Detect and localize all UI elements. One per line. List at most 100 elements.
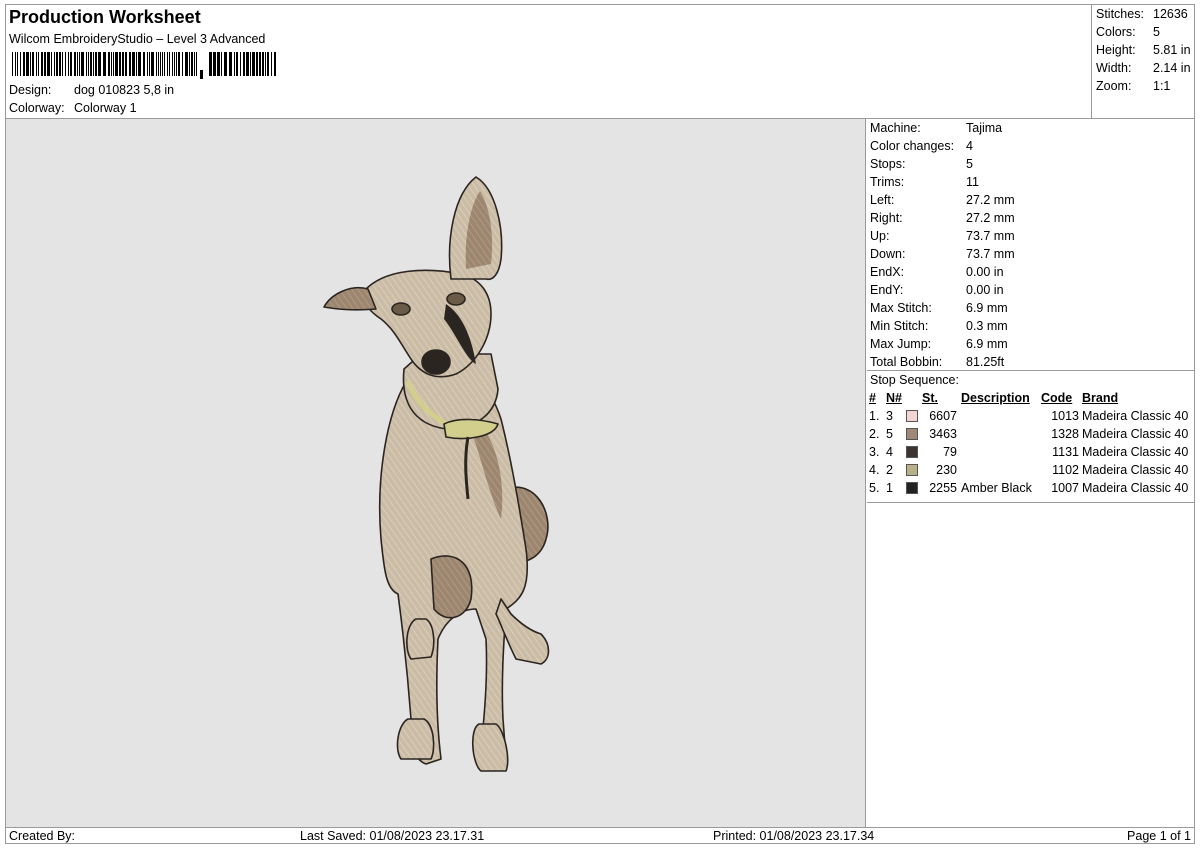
info-value: 4 — [966, 139, 973, 153]
design-row: Design: dog 010823 5,8 in — [9, 83, 174, 97]
info-endx: EndX: 0.00 in — [867, 263, 1194, 281]
info-label: EndY: — [870, 283, 904, 297]
info-down: Down: 73.7 mm — [867, 245, 1194, 263]
info-label: Total Bobbin: — [870, 355, 943, 369]
row-code: 1131 — [1052, 445, 1079, 459]
dog-embroidery-image — [323, 176, 550, 772]
row-code: 1328 — [1051, 427, 1079, 441]
info-left: Left: 27.2 mm — [867, 191, 1194, 209]
stat-label: Zoom: — [1096, 79, 1132, 93]
table-header-row: # N# St. Description Code Brand — [869, 389, 1188, 407]
row-number: 3. — [869, 445, 880, 459]
row-brand: Madeira Classic 40 — [1082, 463, 1189, 477]
stat-value: 1:1 — [1153, 79, 1171, 93]
info-min-stitch: Min Stitch: 0.3 mm — [867, 317, 1194, 335]
row-brand: Madeira Classic 40 — [1082, 427, 1189, 441]
col-brand: Brand — [1082, 391, 1119, 405]
row-number: 2. — [869, 427, 880, 441]
colorway-label: Colorway: — [9, 101, 65, 115]
table-row: 4. 2 230 1102 Madeira Classic 40 — [869, 461, 1188, 479]
info-up: Up: 73.7 mm — [867, 227, 1194, 245]
row-number: 1. — [869, 409, 880, 423]
info-label: Down: — [870, 247, 906, 261]
stat-colors: Colors: 5 — [1096, 25, 1160, 39]
color-swatch — [906, 446, 918, 458]
info-value: 0.00 in — [966, 265, 1004, 279]
row-swatch — [906, 461, 922, 479]
info-value: 81.25ft — [966, 355, 1005, 369]
stat-value: 2.14 in — [1153, 61, 1191, 75]
table-row: 2. 5 3463 1328 Madeira Classic 40 — [869, 425, 1188, 443]
color-swatch — [906, 464, 918, 476]
col-description: Description — [961, 391, 1030, 405]
info-value: 73.7 mm — [966, 229, 1015, 243]
col-num: # — [869, 391, 876, 405]
row-description — [957, 443, 1041, 461]
stop-sequence-panel: Stop Sequence: # N# St. Description Code… — [867, 371, 1194, 503]
stat-value: 5.81 in — [1153, 43, 1191, 57]
row-brand: Madeira Classic 40 — [1082, 445, 1189, 459]
row-needle: 3 — [886, 409, 893, 423]
stat-height: Height: 5.81 in — [1096, 43, 1191, 57]
info-label: Max Stitch: — [870, 301, 932, 315]
row-needle: 4 — [886, 445, 893, 459]
info-label: EndX: — [870, 265, 905, 279]
row-needle: 1 — [886, 481, 893, 495]
worksheet-frame: Production Worksheet Wilcom EmbroiderySt… — [5, 4, 1195, 844]
row-swatch — [906, 425, 922, 443]
page-number: Page 1 of 1 — [1127, 829, 1191, 843]
info-machine: Machine: Tajima — [867, 119, 1194, 137]
software-name: Wilcom EmbroideryStudio – Level 3 Advanc… — [9, 32, 266, 46]
machine-info-panel: Machine: Tajima Color changes: 4 Stops: 5 T… — [867, 119, 1194, 371]
info-value: 27.2 mm — [966, 193, 1015, 207]
color-swatch — [906, 482, 918, 494]
col-stitches: St. — [922, 391, 938, 405]
info-right: Right: 27.2 mm — [867, 209, 1194, 227]
info-max-stitch: Max Stitch: 6.9 mm — [867, 299, 1194, 317]
stat-stitches: Stitches: 12636 — [1096, 7, 1188, 21]
info-value: 0.00 in — [966, 283, 1004, 297]
info-stops: Stops: 5 — [867, 155, 1194, 173]
worksheet-footer: Created By: Last Saved: 01/08/2023 23.17… — [6, 827, 1194, 843]
info-value: 6.9 mm — [966, 337, 1008, 351]
info-total-bobbin: Total Bobbin: 81.25ft — [867, 353, 1194, 371]
row-description — [957, 461, 1041, 479]
row-description — [957, 407, 1041, 425]
design-label: Design: — [9, 83, 52, 97]
last-saved: Last Saved: 01/08/2023 23.17.31 — [300, 829, 485, 843]
stat-width: Width: 2.14 in — [1096, 61, 1191, 75]
info-label: Stops: — [870, 157, 906, 171]
colorway-value: Colorway 1 — [74, 101, 137, 115]
info-label: Max Jump: — [870, 337, 932, 351]
info-value: 73.7 mm — [966, 247, 1015, 261]
info-endy: EndY: 0.00 in — [867, 281, 1194, 299]
row-number: 5. — [869, 481, 880, 495]
row-needle: 5 — [886, 427, 893, 441]
info-value: 27.2 mm — [966, 211, 1015, 225]
stat-label: Width: — [1096, 61, 1132, 75]
stop-sequence-caption: Stop Sequence: — [870, 373, 959, 387]
info-label: Machine: — [870, 121, 921, 135]
stat-label: Colors: — [1096, 25, 1136, 39]
info-value: 5 — [966, 157, 973, 171]
info-trims: Trims: 11 — [867, 173, 1194, 191]
col-needle: N# — [886, 391, 902, 405]
design-preview — [6, 119, 866, 827]
row-code: 1102 — [1052, 463, 1079, 477]
design-value: dog 010823 5,8 in — [74, 83, 175, 97]
stat-value: 12636 — [1153, 7, 1188, 21]
row-stitches: 230 — [936, 463, 957, 477]
info-value: 6.9 mm — [966, 301, 1008, 315]
table-row: 5. 1 2255 Amber Black 1007 Madeira Classic 40 — [869, 479, 1188, 497]
row-swatch — [906, 443, 922, 461]
row-brand: Madeira Classic 40 — [1082, 481, 1189, 495]
page-title: Production Worksheet — [9, 7, 201, 27]
info-label: Min Stitch: — [870, 319, 929, 333]
stop-sequence-table: # N# St. Description Code Brand 1. 3 6607 1… — [869, 389, 1188, 497]
info-value: 0.3 mm — [966, 319, 1008, 333]
row-stitches: 79 — [943, 445, 957, 459]
info-value: 11 — [966, 175, 979, 189]
row-brand: Madeira Classic 40 — [1082, 409, 1189, 423]
colorway-row: Colorway: Colorway 1 — [9, 101, 137, 115]
row-number: 4. — [869, 463, 880, 477]
